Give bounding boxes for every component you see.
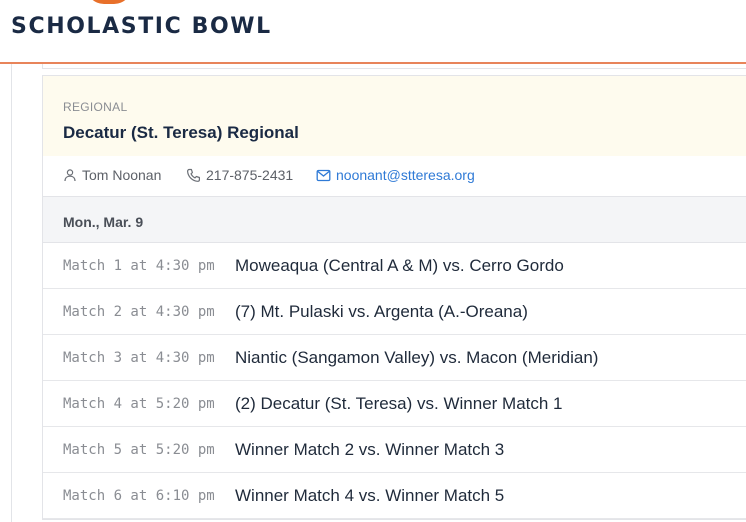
match-name: Moweaqua (Central A & M) vs. Cerro Gordo [235, 256, 564, 275]
match-row: Match 3 at 4:30 pm Niantic (Sangamon Val… [43, 335, 746, 381]
contact-email-link[interactable]: noonant@stteresa.org [316, 167, 475, 183]
contact-row: Tom Noonan 217-875-2431 noonant@stteresa… [43, 156, 746, 197]
phone-icon [187, 168, 200, 182]
regional-card: REGIONAL Decatur (St. Teresa) Regional T… [42, 75, 746, 520]
match-time: Match 5 at 5:20 pm [63, 442, 215, 458]
date-header: Mon., Mar. 9 [43, 197, 746, 243]
match-name: Niantic (Sangamon Valley) vs. Macon (Mer… [235, 348, 599, 367]
card-title[interactable]: Decatur (St. Teresa) Regional [63, 123, 299, 143]
date-label: Mon., Mar. 9 [63, 214, 144, 230]
match-row: Match 4 at 5:20 pm (2) Decatur (St. Tere… [43, 381, 746, 427]
contact-phone: 217-875-2431 [186, 167, 293, 183]
person-icon [64, 169, 76, 182]
card-header: REGIONAL Decatur (St. Teresa) Regional [43, 76, 746, 156]
match-name: (2) Decatur (St. Teresa) vs. Winner Matc… [235, 394, 563, 413]
match-time: Match 6 at 6:10 pm [63, 488, 215, 504]
site-header: SCHOLASTIC BOWL [0, 0, 746, 64]
match-row: Match 6 at 6:10 pm Winner Match 4 vs. Wi… [43, 473, 746, 519]
match-time: Match 1 at 4:30 pm [63, 258, 215, 274]
logo-icon[interactable] [86, 0, 132, 4]
card-type-label: REGIONAL [63, 100, 128, 114]
previous-card-edge [42, 64, 746, 69]
match-time: Match 3 at 4:30 pm [63, 350, 215, 366]
match-row: Match 5 at 5:20 pm Winner Match 2 vs. Wi… [43, 427, 746, 473]
match-row: Match 2 at 4:30 pm (7) Mt. Pulaski vs. A… [43, 289, 746, 335]
contact-email[interactable]: noonant@stteresa.org [336, 167, 475, 183]
site-title[interactable]: SCHOLASTIC BOWL [11, 14, 272, 39]
match-row: Match 1 at 4:30 pm Moweaqua (Central A &… [43, 243, 746, 289]
match-time: Match 2 at 4:30 pm [63, 304, 215, 320]
match-time: Match 4 at 5:20 pm [63, 396, 215, 412]
contact-name: Tom Noonan [82, 167, 162, 183]
contact-phone-number: 217-875-2431 [206, 167, 294, 183]
match-name: Winner Match 4 vs. Winner Match 5 [235, 486, 505, 505]
contact-person: Tom Noonan [63, 167, 161, 183]
mail-icon [316, 169, 331, 181]
left-rail-divider [11, 64, 12, 522]
match-name: (7) Mt. Pulaski vs. Argenta (A.-Oreana) [235, 302, 528, 321]
match-name: Winner Match 2 vs. Winner Match 3 [235, 440, 505, 459]
